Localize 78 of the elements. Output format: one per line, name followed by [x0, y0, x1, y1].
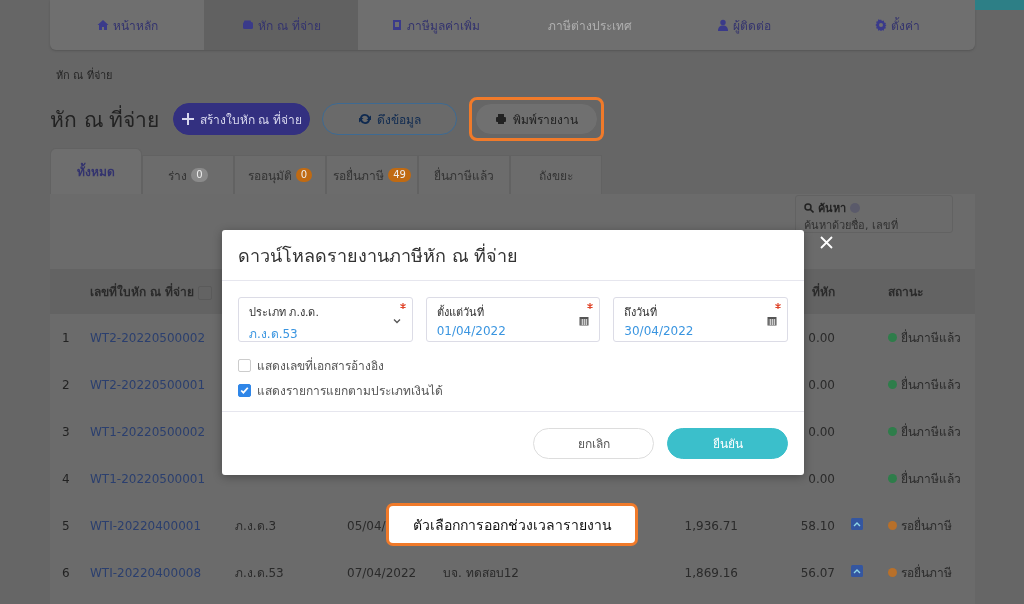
table-cell: 0.00 — [808, 471, 835, 486]
confirm-button[interactable]: ยืนยัน — [667, 428, 788, 459]
home-icon — [96, 19, 109, 31]
callout-label: ตัวเลือกการออกช่วงเวลารายงาน — [386, 503, 638, 546]
table-cell: ภ.ง.ด.3 — [235, 519, 277, 533]
search-input[interactable]: ค้นหาด้วยชื่อ, เลขที่ — [804, 218, 944, 234]
status-tab[interactable]: ยื่นภาษีแล้ว — [418, 155, 510, 194]
row-number: 4 — [62, 471, 70, 486]
document-link[interactable]: WT1-20220500001 — [90, 471, 206, 486]
table-cell: 07/04/2022 — [347, 565, 417, 580]
status-tab[interactable]: รออนุมัติ 0 — [234, 155, 326, 194]
table-cell: 58.10 — [800, 518, 835, 533]
refresh-icon — [358, 113, 371, 125]
document-icon — [390, 19, 403, 31]
count-badge: 0 — [295, 168, 313, 182]
checkbox[interactable] — [238, 384, 251, 397]
row-number: 6 — [62, 565, 70, 580]
gear-icon — [875, 19, 888, 31]
nav-tab[interactable]: ผู้ติดต่อ — [666, 0, 821, 50]
status-label: รอยื่นภาษี — [901, 516, 952, 535]
table-cell: 1,936.71 — [684, 518, 738, 533]
checkbox-label[interactable]: แสดงรายการแยกตามประเภทเงินได้ — [257, 381, 443, 400]
checkbox-label[interactable]: แสดงเลขที่เอกสารอ้างอิง — [257, 356, 384, 375]
status-label: ยื่นภาษีแล้ว — [901, 375, 961, 394]
header-strip — [975, 0, 1024, 10]
document-link[interactable]: WTI-20220400008 — [90, 565, 202, 580]
table-cell: บจ. ทดสอบ12 — [443, 566, 519, 580]
table-cell: 1,869.16 — [684, 565, 738, 580]
print-button[interactable]: พิมพ์รายงาน — [475, 103, 599, 135]
table-cell: ภ.ง.ด.53 — [235, 566, 284, 580]
date-field[interactable]: ถึงวันที่ 30/04/2022 — [613, 297, 788, 342]
row-number: 1 — [62, 330, 70, 345]
search-label: ค้นหา — [818, 201, 846, 217]
count-badge: 49 — [388, 168, 411, 182]
wallet-icon — [241, 19, 254, 31]
column-header: เลขที่ใบหัก ณ ที่จ่าย — [90, 285, 195, 299]
plus-icon — [181, 113, 194, 125]
status-label: ยื่นภาษีแล้ว — [901, 328, 961, 347]
check-icon — [239, 385, 250, 396]
fetch-button[interactable]: ดึงข้อมูล — [322, 103, 458, 135]
checkbox[interactable] — [238, 359, 251, 372]
cancel-button[interactable]: ยกเลิก — [533, 428, 654, 459]
document-link[interactable]: WT2-20220500001 — [90, 377, 206, 392]
column-header: สถานะ — [888, 285, 923, 299]
person-icon — [716, 19, 729, 31]
date-field[interactable]: ตั้งแต่วันที่ 01/04/2022 — [425, 297, 601, 342]
row-number: 5 — [62, 518, 70, 533]
status-label: รอยื่นภาษี — [901, 563, 952, 582]
select-field[interactable]: ประเภท ภ.ง.ด. ภ.ง.ด.53 — [238, 297, 413, 342]
search-icon — [804, 203, 814, 213]
status-tab[interactable]: รอยื่นภาษี 49 — [326, 155, 418, 194]
page-title: หัก ณ ที่จ่าย — [50, 104, 160, 134]
status-label: ยื่นภาษีแล้ว — [901, 422, 961, 441]
status-label: ยื่นภาษีแล้ว — [901, 469, 961, 488]
row-number: 2 — [62, 377, 70, 392]
nav-tab[interactable]: ภาษีมูลค่าเพิ่ม — [358, 0, 513, 50]
printer-icon — [495, 113, 508, 125]
close-icon[interactable] — [820, 236, 833, 249]
document-link[interactable]: WT2-20220500002 — [90, 330, 206, 345]
nav-tab[interactable]: หน้าหลัก — [50, 0, 205, 50]
table-cell: 0.00 — [808, 330, 835, 345]
table-cell: 0.00 — [808, 377, 835, 392]
dialog-title: ดาวน์โหลดรายงานภาษีหัก ณ ที่จ่าย — [222, 230, 804, 281]
table-cell: 0.00 — [808, 424, 835, 439]
create-button[interactable]: สร้างใบหัก ณ ที่จ่าย — [173, 103, 311, 135]
status-tab[interactable]: ทั้งหมด — [50, 148, 142, 194]
column-header: ที่หัก — [812, 285, 835, 299]
nav-tab[interactable]: ตั้งค่า — [820, 0, 975, 50]
row-number: 3 — [62, 424, 70, 439]
status-tab[interactable]: ร่าง 0 — [142, 155, 234, 194]
breadcrumb[interactable]: หัก ณ ที่จ่าย — [56, 66, 975, 84]
count-badge: 0 — [191, 168, 208, 182]
search-field[interactable]: ค้นหา ค้นหาด้วยชื่อ, เลขที่ — [795, 195, 953, 233]
document-link[interactable]: WT1-20220500002 — [90, 424, 206, 439]
document-link[interactable]: WTI-20220400001 — [90, 518, 202, 533]
status-tab[interactable]: ถังขยะ — [510, 155, 602, 194]
table-cell: 56.07 — [800, 565, 835, 580]
table-cell: 05/04/ — [347, 518, 386, 533]
